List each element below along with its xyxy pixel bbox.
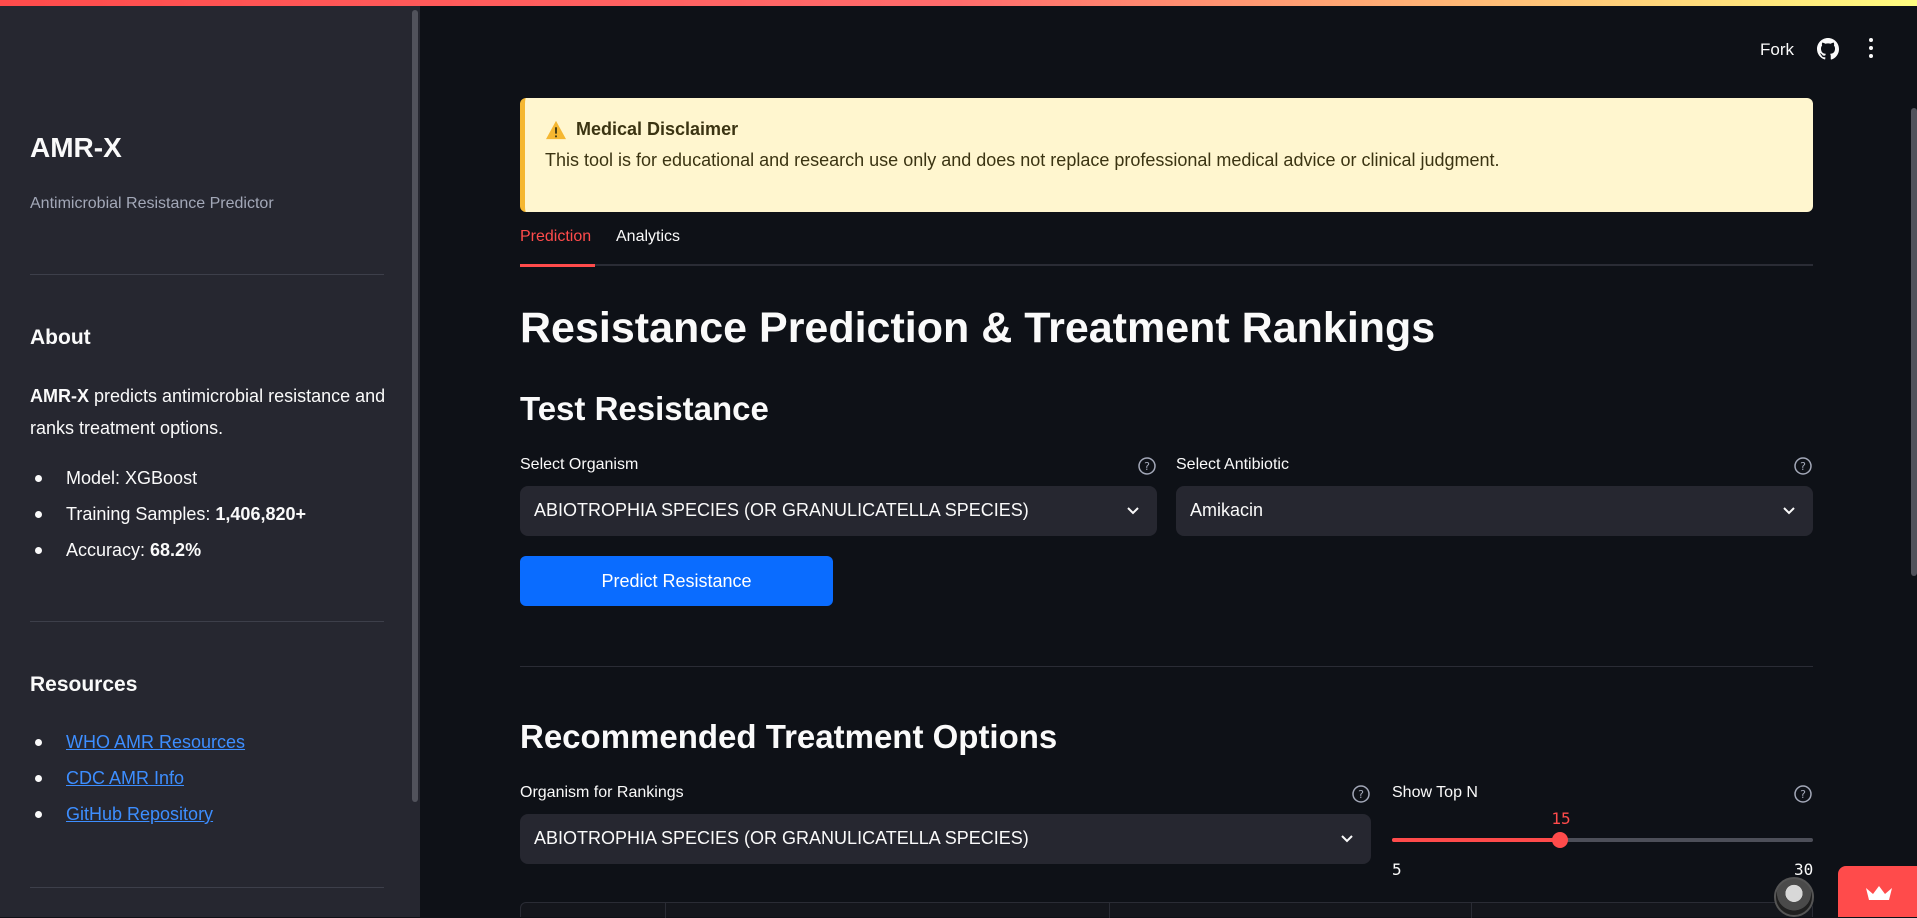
chevron-down-icon xyxy=(1783,507,1795,515)
warning-icon xyxy=(546,120,566,140)
streamlit-badge[interactable] xyxy=(1838,866,1917,917)
sidebar-divider xyxy=(30,621,384,622)
app-title: AMR-X xyxy=(30,132,122,163)
antibiotic-select-value: Amikacin xyxy=(1190,500,1264,520)
rankings-organism-select-value: ABIOTROPHIA SPECIES (OR GRANULICATELLA S… xyxy=(534,828,1029,848)
rankings-organism-select[interactable]: ABIOTROPHIA SPECIES (OR GRANULICATELLA S… xyxy=(520,814,1371,864)
svg-text:?: ? xyxy=(1144,460,1150,473)
about-heading: About xyxy=(30,326,91,349)
list-item-link: GitHub Repository xyxy=(30,796,245,832)
top-n-slider-min: 5 xyxy=(1392,860,1402,879)
main-scrollbar[interactable] xyxy=(1911,108,1917,576)
svg-text:?: ? xyxy=(1800,788,1806,801)
fork-button[interactable]: Fork xyxy=(1760,40,1794,60)
top-n-slider[interactable] xyxy=(1392,832,1813,848)
chevron-down-icon xyxy=(1341,835,1353,843)
svg-text:?: ? xyxy=(1800,460,1806,473)
treatment-rankings-table xyxy=(520,902,1813,918)
tab-analytics[interactable]: Analytics xyxy=(616,228,680,246)
about-description: AMR-X predicts antimicrobial resistance … xyxy=(30,380,390,444)
top-n-label: Show Top N xyxy=(1392,784,1478,801)
recommended-treatments-heading: Recommended Treatment Options xyxy=(520,718,1058,755)
list-item-accuracy: Accuracy: 68.2% xyxy=(30,532,306,568)
top-n-slider-max: 30 xyxy=(1794,860,1814,879)
link-github-repo[interactable]: GitHub Repository xyxy=(66,804,213,824)
more-vertical-icon[interactable] xyxy=(1865,38,1877,60)
medical-disclaimer-alert: Medical Disclaimer This tool is for educ… xyxy=(520,98,1813,212)
github-icon[interactable] xyxy=(1817,38,1839,60)
app-subtitle: Antimicrobial Resistance Predictor xyxy=(30,195,274,212)
resources-list: WHO AMR Resources CDC AMR Info GitHub Re… xyxy=(30,724,245,832)
disclaimer-text: This tool is for educational and researc… xyxy=(545,150,1500,170)
sidebar-scrollbar[interactable] xyxy=(412,10,418,802)
chevron-down-icon xyxy=(1127,507,1139,515)
top-n-slider-fill xyxy=(1392,838,1561,842)
list-item-samples: Training Samples: 1,406,820+ xyxy=(30,496,306,532)
rankings-organism-label: Organism for Rankings xyxy=(520,784,684,801)
help-icon[interactable]: ? xyxy=(1794,457,1812,475)
tab-prediction[interactable]: Prediction xyxy=(520,228,596,267)
help-icon[interactable]: ? xyxy=(1794,785,1812,803)
list-item-model: Model: XGBoost xyxy=(30,460,306,496)
svg-text:?: ? xyxy=(1358,788,1364,801)
organism-select-value: ABIOTROPHIA SPECIES (OR GRANULICATELLA S… xyxy=(534,500,1029,520)
about-brand: AMR-X xyxy=(30,386,89,406)
sidebar-divider xyxy=(30,274,384,275)
about-stats-list: Model: XGBoost Training Samples: 1,406,8… xyxy=(30,460,306,568)
resources-heading: Resources xyxy=(30,673,138,696)
help-icon[interactable]: ? xyxy=(1352,785,1370,803)
link-who-amr[interactable]: WHO AMR Resources xyxy=(66,732,245,752)
disclaimer-title: Medical Disclaimer xyxy=(576,119,739,139)
list-item-link: CDC AMR Info xyxy=(30,760,245,796)
section-divider xyxy=(520,666,1813,667)
top-n-slider-thumb[interactable] xyxy=(1552,832,1569,848)
sidebar: AMR-X Antimicrobial Resistance Predictor… xyxy=(0,6,420,917)
avatar[interactable] xyxy=(1774,877,1814,917)
sidebar-divider xyxy=(30,887,384,888)
top-n-slider-value: 15 xyxy=(1551,809,1571,828)
page-title: Resistance Prediction & Treatment Rankin… xyxy=(520,304,1436,352)
antibiotic-label: Select Antibiotic xyxy=(1176,456,1289,473)
help-icon[interactable]: ? xyxy=(1138,457,1156,475)
test-resistance-heading: Test Resistance xyxy=(520,390,769,427)
link-cdc-amr[interactable]: CDC AMR Info xyxy=(66,768,184,788)
list-item-link: WHO AMR Resources xyxy=(30,724,245,760)
organism-label: Select Organism xyxy=(520,456,639,473)
tab-bar: Prediction Analytics xyxy=(520,224,1813,267)
crown-icon xyxy=(1866,886,1892,900)
predict-resistance-button[interactable]: Predict Resistance xyxy=(520,556,833,606)
organism-select[interactable]: ABIOTROPHIA SPECIES (OR GRANULICATELLA S… xyxy=(520,486,1157,536)
antibiotic-select[interactable]: Amikacin xyxy=(1176,486,1813,536)
